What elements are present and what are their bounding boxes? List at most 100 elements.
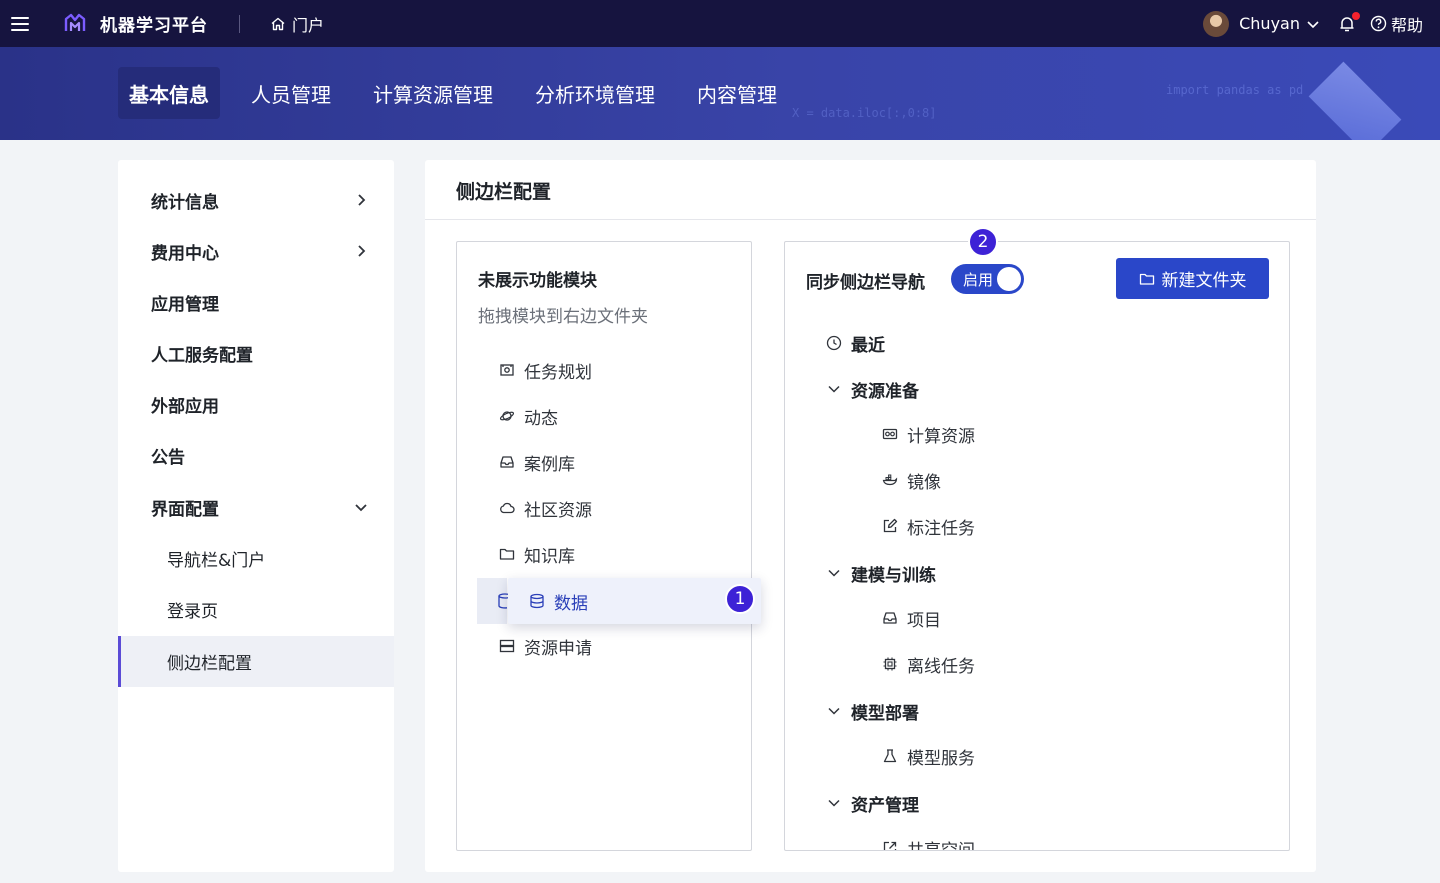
menu-icon[interactable] [11, 16, 29, 31]
tab-people[interactable]: 人员管理 [240, 67, 342, 119]
tree-group-label: 资产管理 [851, 795, 919, 816]
nav-subitem-sidebar-config[interactable]: 侧边栏配置 [118, 636, 394, 687]
tree-group-assets[interactable]: 资产管理 [826, 788, 919, 818]
module-item-community[interactable]: 社区资源 [499, 493, 592, 523]
avatar[interactable] [1203, 10, 1230, 37]
switch-label: 启用 [963, 270, 994, 289]
help-link[interactable]: 帮助 [1370, 12, 1423, 36]
tree-group-deployment[interactable]: 模型部署 [826, 696, 919, 726]
sidebar-tree-panel: 同步侧边栏导航 启用 新建文件夹 最近 资源准备 计算资源 镜像 标注任务 建模… [784, 241, 1290, 851]
header-banner: import pandas as pd X = data.iloc[:,0:8]… [0, 47, 1440, 140]
project-icon [882, 610, 898, 626]
nav-item-ui-config[interactable]: 界面配置 [118, 482, 394, 533]
tab-content[interactable]: 内容管理 [686, 67, 788, 119]
module-item-activity[interactable]: 动态 [499, 401, 558, 431]
task-plan-icon [499, 362, 515, 378]
folder-icon [499, 546, 515, 562]
server-icon [499, 638, 515, 654]
chevron-right-icon [358, 194, 366, 206]
flask-icon [882, 748, 898, 764]
chip-icon [882, 656, 898, 672]
tab-compute[interactable]: 计算资源管理 [362, 67, 504, 119]
nav-subitem-label: 侧边栏配置 [167, 654, 252, 674]
database-icon [498, 593, 508, 609]
main-tabs: 基本信息 人员管理 计算资源管理 分析环境管理 内容管理 [118, 67, 808, 119]
module-label: 动态 [524, 408, 558, 429]
tree-group-resource-prep[interactable]: 资源准备 [826, 374, 919, 404]
module-label: 知识库 [524, 546, 575, 567]
share-icon [882, 840, 898, 850]
tree-item-annotation[interactable]: 标注任务 [882, 511, 975, 541]
tree-label: 计算资源 [907, 426, 975, 447]
tree-group-modeling[interactable]: 建模与训练 [826, 558, 936, 588]
question-circle-icon [1370, 15, 1387, 32]
tree-item-project[interactable]: 项目 [882, 603, 941, 633]
banner-code-decoration: import pandas as pd [1166, 83, 1304, 97]
title-divider [425, 219, 1316, 220]
tree-label: 模型服务 [907, 748, 975, 769]
tree-item-compute[interactable]: 计算资源 [882, 419, 975, 449]
tree-label: 镜像 [907, 472, 941, 493]
notification-bell[interactable] [1338, 11, 1360, 33]
left-nav: 统计信息 费用中心 应用管理 人工服务配置 外部应用 公告 界面配置 导航栏&门… [118, 160, 394, 872]
nav-subitem-navbar-portal[interactable]: 导航栏&门户 [118, 533, 394, 584]
nav-item-announcement[interactable]: 公告 [118, 430, 394, 481]
folder-icon [1139, 273, 1154, 285]
module-label: 案例库 [524, 454, 575, 475]
hidden-modules-title: 未展示功能模块 [478, 271, 597, 291]
new-folder-button[interactable]: 新建文件夹 [1116, 258, 1269, 299]
tree-item-recent[interactable]: 最近 [826, 328, 885, 358]
nav-item-label: 费用中心 [151, 244, 219, 264]
notification-dot [1351, 11, 1360, 20]
home-icon [271, 17, 285, 30]
module-item-task-plan[interactable]: 任务规划 [499, 355, 592, 385]
nav-subitem-label: 导航栏&门户 [167, 551, 266, 571]
page-title: 侧边栏配置 [456, 181, 552, 203]
tree-group-label: 模型部署 [851, 703, 919, 724]
module-item-resource-request[interactable]: 资源申请 [499, 631, 592, 661]
dragging-module-data[interactable]: 数据 1 [508, 578, 761, 624]
topbar-right: Chuyan 帮助 [1203, 10, 1423, 37]
drag-placeholder [477, 578, 508, 624]
tree-label: 共享空间 [907, 840, 975, 851]
topbar-divider [239, 14, 240, 33]
nav-item-apps[interactable]: 应用管理 [118, 277, 394, 328]
chevron-down-icon [355, 504, 367, 512]
nav-item-external-apps[interactable]: 外部应用 [118, 379, 394, 430]
nav-item-manual-service[interactable]: 人工服务配置 [118, 328, 394, 379]
nav-subitem-login-page[interactable]: 登录页 [118, 584, 394, 635]
module-label: 数据 [554, 593, 588, 614]
nav-item-stats[interactable]: 统计信息 [118, 175, 394, 226]
portal-label: 门户 [292, 15, 325, 35]
clock-icon [826, 335, 842, 351]
module-label: 资源申请 [524, 638, 592, 659]
hidden-modules-panel: 未展示功能模块 拖拽模块到右边文件夹 任务规划 动态 案例库 社区资源 知识库 … [456, 241, 761, 851]
tree-item-image[interactable]: 镜像 [882, 465, 941, 495]
sync-toggle-switch[interactable]: 启用 [951, 264, 1024, 294]
tree-item-offline-task[interactable]: 离线任务 [882, 649, 975, 679]
nav-item-label: 界面配置 [151, 500, 219, 520]
tree-item-shared-space[interactable]: 共享空间 [882, 833, 975, 851]
edit-icon [882, 518, 898, 534]
tab-analysis-env[interactable]: 分析环境管理 [524, 67, 666, 119]
tree-label: 离线任务 [907, 656, 975, 677]
module-label: 社区资源 [524, 500, 592, 521]
cloud-icon [499, 500, 515, 516]
tree-group-label: 建模与训练 [851, 565, 936, 586]
chevron-down-icon [826, 565, 842, 581]
hidden-modules-hint: 拖拽模块到右边文件夹 [478, 307, 648, 327]
tree-item-model-service[interactable]: 模型服务 [882, 741, 975, 771]
planet-icon [499, 408, 515, 424]
chevron-down-icon [826, 703, 842, 719]
module-label: 任务规划 [524, 362, 592, 383]
user-menu[interactable]: Chuyan [1239, 14, 1320, 33]
inbox-icon [499, 454, 515, 470]
module-item-case-library[interactable]: 案例库 [499, 447, 575, 477]
portal-link[interactable]: 门户 [270, 12, 324, 36]
nav-item-label: 公告 [151, 448, 185, 468]
module-item-knowledge[interactable]: 知识库 [499, 539, 575, 569]
platform-logo-icon [64, 13, 86, 31]
nav-item-billing[interactable]: 费用中心 [118, 226, 394, 277]
banner-code-decoration: X = data.iloc[:,0:8] [792, 106, 937, 120]
tab-basic-info[interactable]: 基本信息 [118, 67, 220, 119]
